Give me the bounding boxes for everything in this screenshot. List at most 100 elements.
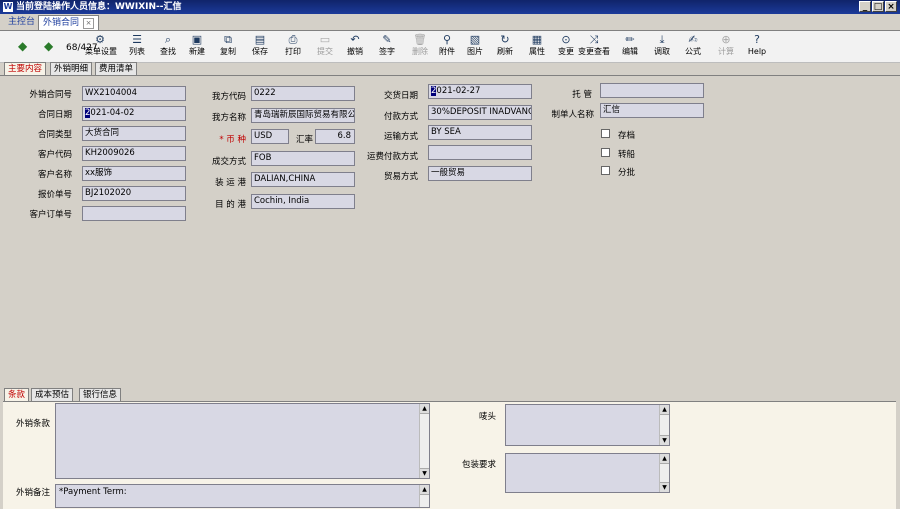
new-button[interactable]: ▣ 新建	[187, 33, 207, 61]
tab-terms[interactable]: 条款	[4, 388, 30, 402]
refresh-button[interactable]: ↻ 刷新	[495, 33, 515, 61]
calc-icon: ⊕	[721, 33, 731, 46]
edit-button[interactable]: ✏ 编辑	[620, 33, 640, 61]
shipping-mark-label: 唛头	[478, 412, 496, 422]
download-icon: ⤓	[659, 33, 665, 46]
required-star: *	[219, 135, 224, 145]
submit-button-label: 提交	[317, 47, 333, 56]
dest-port-field[interactable]: Cochin, India	[251, 194, 355, 209]
partial-shipment-checkbox[interactable]	[601, 166, 610, 175]
our-name-field[interactable]: 青岛瑞新辰国际贸易有限公司	[251, 108, 355, 123]
print-button-label: 打印	[285, 47, 301, 56]
tab-export-details[interactable]: 外销明细	[50, 62, 93, 76]
new-button-label: 新建	[189, 47, 205, 56]
formula-icon: ✍	[688, 33, 698, 46]
customer-code-field[interactable]: KH2009026	[82, 146, 186, 161]
properties-button[interactable]: ▦ 属性	[527, 33, 547, 61]
help-button[interactable]: ? Help	[747, 33, 767, 61]
contract-no-label: 外销合同号	[29, 90, 72, 100]
transport-label: 运输方式	[383, 132, 418, 142]
sign-button[interactable]: ✎ 签字	[377, 33, 397, 61]
trade-mode-field[interactable]: 一般贸易	[428, 166, 532, 181]
export-terms-textarea[interactable]: ▲ ▼	[55, 403, 430, 479]
change-button[interactable]: ⊙ 变更	[556, 33, 576, 61]
attachment-button[interactable]: ⚲ 附件	[437, 33, 457, 61]
tab-main-console[interactable]: 主控台	[4, 15, 39, 29]
previous-record-arrow-icon[interactable]: ◆	[18, 39, 27, 53]
transship-checkbox[interactable]	[601, 148, 610, 157]
download-button[interactable]: ⤓ 调取	[652, 33, 672, 61]
customer-order-no-field[interactable]	[82, 206, 186, 221]
calc-button-label: 计算	[718, 47, 734, 56]
save-button[interactable]: ▤ 保存	[250, 33, 270, 61]
scroll-down-arrow-icon[interactable]: ▼	[420, 468, 429, 478]
scroll-up-arrow-icon[interactable]: ▲	[420, 404, 429, 414]
archive-checkbox[interactable]	[601, 129, 610, 138]
undo-icon: ↶	[350, 33, 360, 46]
loading-port-field[interactable]: DALIAN,CHINA	[251, 172, 355, 187]
delete-button[interactable]: 🗑 删除	[410, 33, 430, 61]
undo-button-label: 撤销	[347, 47, 363, 56]
export-terms-scrollbar[interactable]: ▲ ▼	[419, 404, 429, 478]
our-code-field[interactable]: 0222	[251, 86, 355, 101]
export-remarks-scrollbar[interactable]: ▲	[419, 485, 429, 507]
edit-icon: ✏	[625, 33, 635, 46]
close-button[interactable]: ×	[885, 1, 897, 12]
freight-payment-field[interactable]	[428, 145, 532, 160]
submit-button[interactable]: ▭ 提交	[315, 33, 335, 61]
change-icon: ⊙	[561, 33, 571, 46]
print-button[interactable]: ⎙ 打印	[283, 33, 303, 61]
tab-main-content[interactable]: 主要内容	[4, 62, 47, 76]
currency-field[interactable]: USD	[251, 129, 289, 144]
archive-label: 存档	[618, 131, 636, 141]
tab-bank-info[interactable]: 银行信息	[79, 388, 122, 402]
delivery-date-value: 021-02-27	[436, 86, 481, 96]
new-icon: ▣	[191, 33, 203, 46]
contract-date-field[interactable]: 2021-04-02	[82, 106, 186, 121]
formula-button[interactable]: ✍ 公式	[683, 33, 703, 61]
gear-button-label: 菜单设置	[85, 47, 117, 56]
attachment-icon: ⚲	[442, 33, 452, 46]
scroll-down-arrow-icon[interactable]: ▼	[660, 435, 669, 445]
contract-type-field[interactable]: 大货合同	[82, 126, 186, 141]
refresh-icon: ↻	[500, 33, 510, 46]
shuffle-button[interactable]: ⤨ 变更查看	[576, 33, 612, 61]
shipping-mark-textarea[interactable]: ▲ ▼	[505, 404, 670, 446]
tab-export-contract[interactable]: 外销合同 ×	[38, 15, 100, 30]
minimize-button[interactable]: _	[859, 1, 871, 12]
transport-field[interactable]: BY SEA	[428, 125, 532, 140]
packing-textarea[interactable]: ▲ ▼	[505, 453, 670, 493]
deal-mode-label: 成交方式	[211, 157, 246, 167]
packing-scrollbar[interactable]: ▲ ▼	[659, 454, 669, 492]
maker-field[interactable]: 汇信	[600, 103, 704, 118]
maximize-button[interactable]: □	[872, 1, 884, 12]
close-tab-icon[interactable]: ×	[83, 18, 95, 29]
list-button[interactable]: ☰ 列表	[127, 33, 147, 61]
tab-cost-estimate[interactable]: 成本预估	[31, 388, 74, 402]
scroll-down-arrow-icon[interactable]: ▼	[660, 482, 669, 492]
scroll-up-arrow-icon[interactable]: ▲	[660, 405, 669, 415]
quote-no-field[interactable]: BJ2102020	[82, 186, 186, 201]
custody-field[interactable]	[600, 83, 704, 98]
contract-no-field[interactable]: WX2104004	[82, 86, 186, 101]
copy-button[interactable]: ⧉ 复制	[218, 33, 238, 61]
export-remarks-textarea[interactable]: *Payment Term: ▲	[55, 484, 430, 508]
scroll-up-arrow-icon[interactable]: ▲	[660, 454, 669, 464]
search-button[interactable]: ⌕ 查找	[158, 33, 178, 61]
trade-mode-label: 贸易方式	[383, 172, 418, 182]
customer-name-field[interactable]: xx服饰	[82, 166, 186, 181]
tab-expense-list[interactable]: 费用清单	[95, 62, 138, 76]
shipping-mark-scrollbar[interactable]: ▲ ▼	[659, 405, 669, 445]
currency-label: * 币 种	[200, 133, 246, 145]
next-record-arrow-icon[interactable]: ◆	[44, 39, 53, 53]
payment-field[interactable]: 30%DEPOSIT INADVANCE	[428, 105, 532, 120]
gear-button[interactable]: ⚙ 菜单设置	[85, 33, 117, 61]
picture-button[interactable]: ▧ 图片	[465, 33, 485, 61]
delete-icon: 🗑	[413, 33, 427, 46]
exchange-rate-field[interactable]: 6.8	[315, 129, 355, 144]
delivery-date-field[interactable]: 2021-02-27	[428, 84, 532, 99]
calc-button[interactable]: ⊕ 计算	[716, 33, 736, 61]
deal-mode-field[interactable]: FOB	[251, 151, 355, 166]
scroll-up-arrow-icon[interactable]: ▲	[420, 485, 429, 495]
undo-button[interactable]: ↶ 撤销	[345, 33, 365, 61]
